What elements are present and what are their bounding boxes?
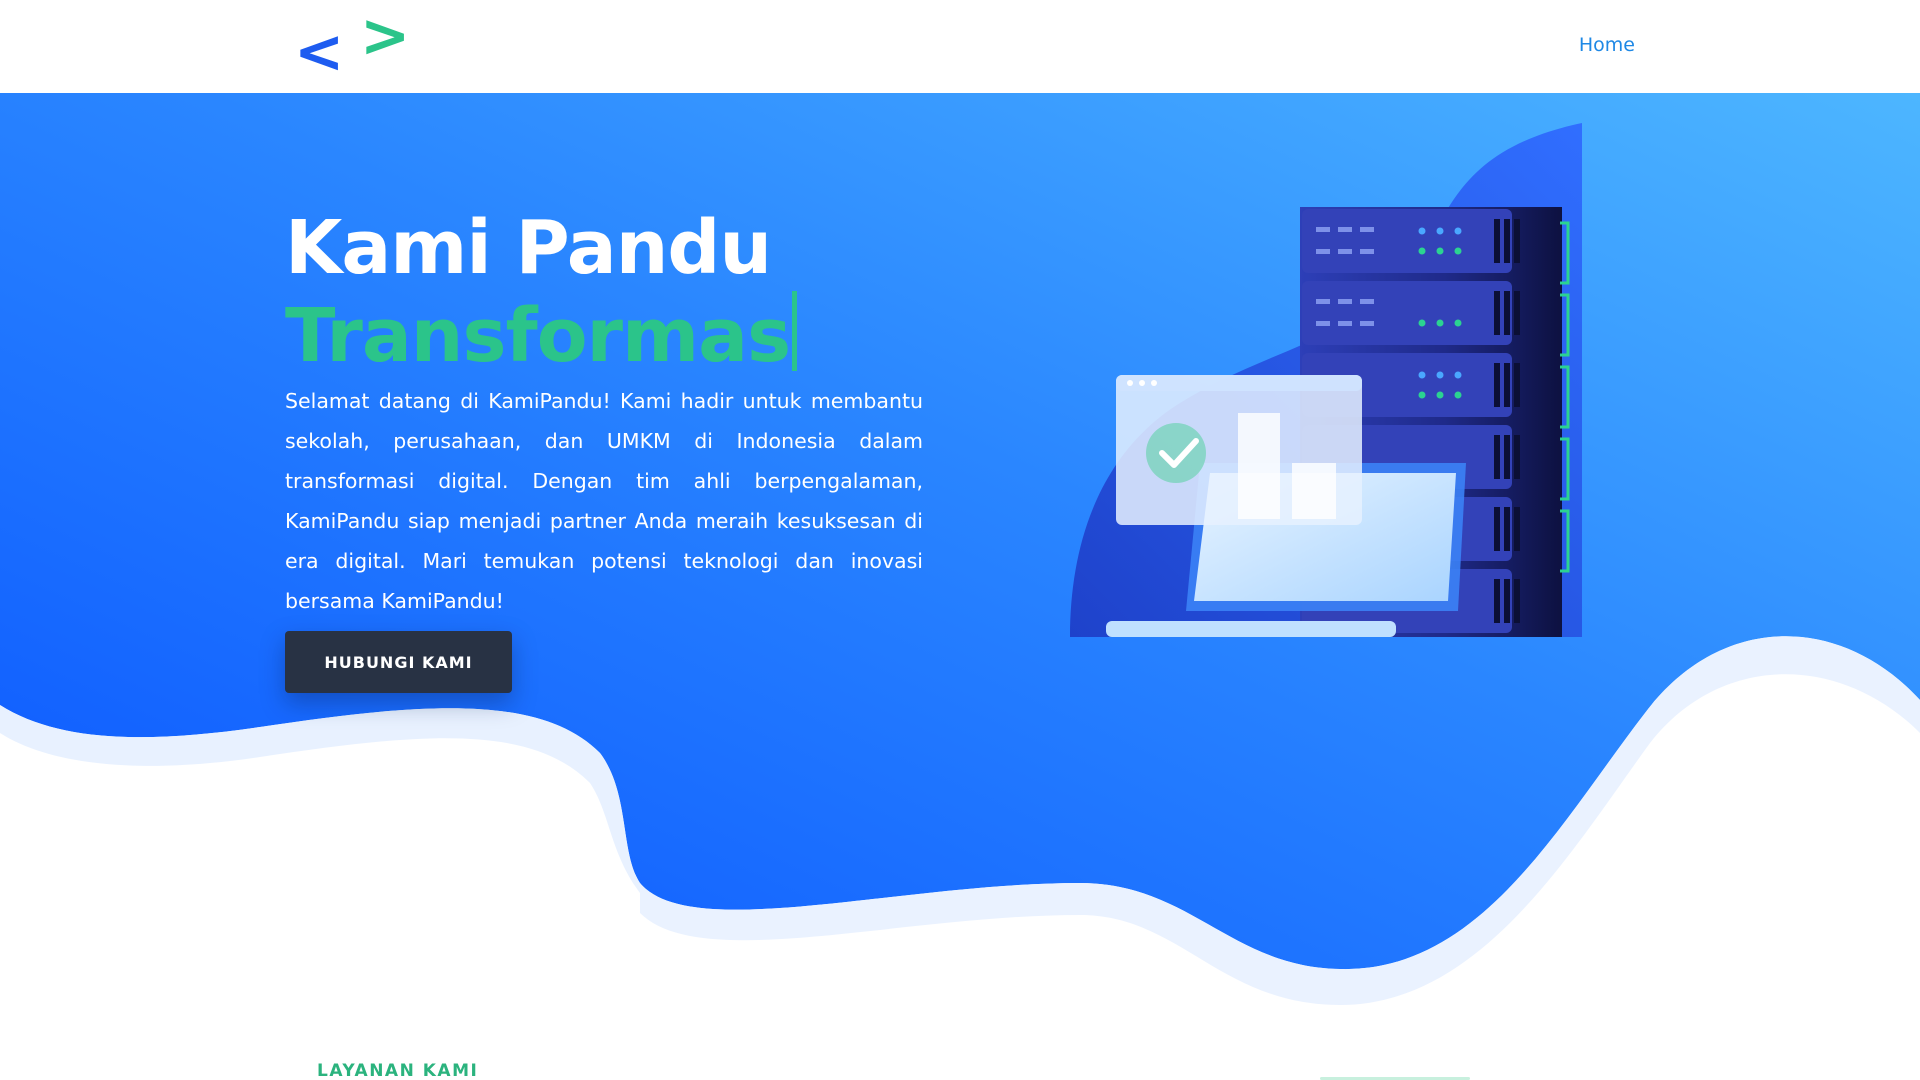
hero-illustration [1070, 123, 1582, 637]
hero-title: Kami Pandu [285, 205, 772, 291]
typed-text: Transformas [285, 293, 791, 379]
hero-typed-text: Transformas [285, 291, 798, 381]
contact-us-button[interactable]: HUBUNGI KAMI [285, 631, 512, 693]
check-icon [1146, 423, 1206, 483]
typed-cursor [792, 291, 798, 371]
hero-description: Selamat datang di KamiPandu! Kami hadir … [285, 389, 923, 613]
site-header: < > Home [0, 0, 1920, 93]
nav-link-home[interactable]: Home [1579, 34, 1635, 56]
hero-section: Kami Pandu Transformas Selamat datang di… [0, 93, 1920, 1080]
logo[interactable]: < > [292, 14, 412, 80]
services-section-label: LAYANAN KAMI [317, 1061, 479, 1080]
logo-chevron-left-icon: < [294, 17, 344, 80]
logo-chevron-right-icon: > [360, 14, 410, 71]
dashboard-window [1116, 375, 1362, 525]
